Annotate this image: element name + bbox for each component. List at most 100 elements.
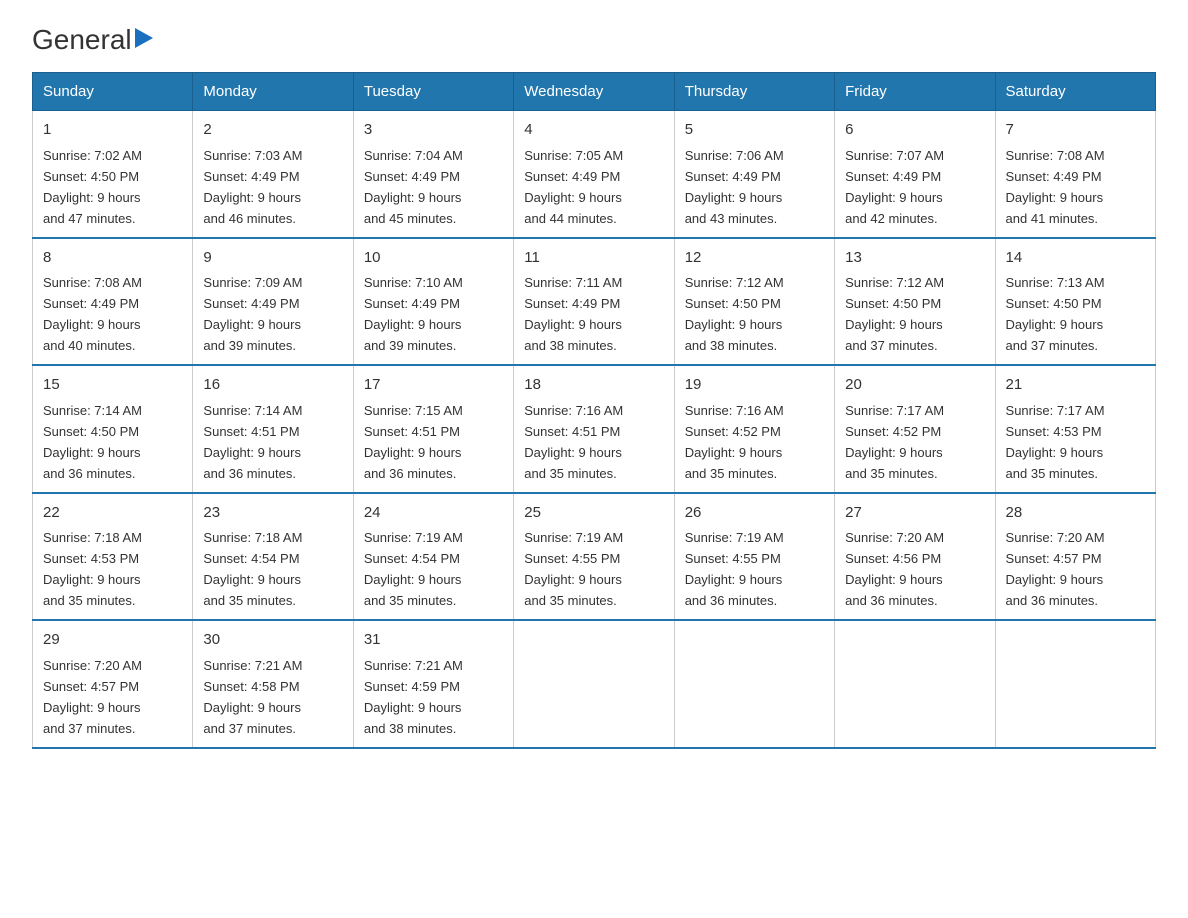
week-row-5: 29 Sunrise: 7:20 AMSunset: 4:57 PMDayligh…: [33, 620, 1156, 748]
day-cell: 8Sunrise: 7:08 AMSunset: 4:49 PMDaylight…: [33, 238, 193, 366]
day-info: Sunrise: 7:02 AMSunset: 4:50 PMDaylight:…: [43, 148, 142, 226]
day-info: Sunrise: 7:08 AMSunset: 4:49 PMDaylight:…: [43, 275, 142, 353]
week-row-2: 8Sunrise: 7:08 AMSunset: 4:49 PMDaylight…: [33, 238, 1156, 366]
header-friday: Friday: [835, 73, 995, 111]
day-info: Sunrise: 7:19 AMSunset: 4:54 PMDaylight:…: [364, 530, 463, 608]
day-info: Sunrise: 7:03 AMSunset: 4:49 PMDaylight:…: [203, 148, 302, 226]
day-info: Sunrise: 7:19 AMSunset: 4:55 PMDaylight:…: [524, 530, 623, 608]
day-cell: 30 Sunrise: 7:21 AMSunset: 4:58 PMDayligh…: [193, 620, 353, 748]
calendar-header: SundayMondayTuesdayWednesdayThursdayFrid…: [33, 73, 1156, 111]
day-cell: 27 Sunrise: 7:20 AMSunset: 4:56 PMDayligh…: [835, 493, 995, 621]
day-number: 18: [524, 374, 663, 397]
day-cell: 1 Sunrise: 7:02 AMSunset: 4:50 PMDaylight…: [33, 111, 193, 238]
day-cell: 13 Sunrise: 7:12 AMSunset: 4:50 PMDayligh…: [835, 238, 995, 366]
day-cell: 4 Sunrise: 7:05 AMSunset: 4:49 PMDaylight…: [514, 111, 674, 238]
day-cell: 16Sunrise: 7:14 AMSunset: 4:51 PMDayligh…: [193, 365, 353, 493]
day-number: 24: [364, 502, 503, 525]
day-number: 11: [524, 247, 663, 270]
day-cell: 28 Sunrise: 7:20 AMSunset: 4:57 PMDayligh…: [995, 493, 1155, 621]
day-number: 22: [43, 502, 182, 525]
day-cell: 5 Sunrise: 7:06 AMSunset: 4:49 PMDaylight…: [674, 111, 834, 238]
day-number: 27: [845, 502, 984, 525]
day-number: 3: [364, 119, 503, 142]
day-cell: 20 Sunrise: 7:17 AMSunset: 4:52 PMDayligh…: [835, 365, 995, 493]
day-info: Sunrise: 7:19 AMSunset: 4:55 PMDaylight:…: [685, 530, 784, 608]
day-info: Sunrise: 7:18 AMSunset: 4:54 PMDaylight:…: [203, 530, 302, 608]
day-info: Sunrise: 7:14 AMSunset: 4:50 PMDaylight:…: [43, 403, 142, 481]
day-number: 14: [1006, 247, 1145, 270]
day-cell: 24 Sunrise: 7:19 AMSunset: 4:54 PMDayligh…: [353, 493, 513, 621]
day-info: Sunrise: 7:12 AMSunset: 4:50 PMDaylight:…: [685, 275, 784, 353]
day-number: 17: [364, 374, 503, 397]
day-info: Sunrise: 7:16 AMSunset: 4:51 PMDaylight:…: [524, 403, 623, 481]
day-info: Sunrise: 7:12 AMSunset: 4:50 PMDaylight:…: [845, 275, 944, 353]
logo-arrow-icon: [135, 28, 153, 53]
week-row-3: 15Sunrise: 7:14 AMSunset: 4:50 PMDayligh…: [33, 365, 1156, 493]
day-number: 21: [1006, 374, 1145, 397]
day-info: Sunrise: 7:20 AMSunset: 4:56 PMDaylight:…: [845, 530, 944, 608]
day-info: Sunrise: 7:11 AMSunset: 4:49 PMDaylight:…: [524, 275, 622, 353]
day-number: 13: [845, 247, 984, 270]
day-number: 30: [203, 629, 342, 652]
day-number: 20: [845, 374, 984, 397]
day-number: 1: [43, 119, 182, 142]
day-cell: 3 Sunrise: 7:04 AMSunset: 4:49 PMDaylight…: [353, 111, 513, 238]
day-number: 4: [524, 119, 663, 142]
day-cell: 26 Sunrise: 7:19 AMSunset: 4:55 PMDayligh…: [674, 493, 834, 621]
day-cell: 7 Sunrise: 7:08 AMSunset: 4:49 PMDaylight…: [995, 111, 1155, 238]
day-number: 12: [685, 247, 824, 270]
day-cell: 6 Sunrise: 7:07 AMSunset: 4:49 PMDaylight…: [835, 111, 995, 238]
day-cell: 31 Sunrise: 7:21 AMSunset: 4:59 PMDayligh…: [353, 620, 513, 748]
day-number: 6: [845, 119, 984, 142]
logo-text: General: [32, 24, 153, 52]
day-cell: 25Sunrise: 7:19 AMSunset: 4:55 PMDayligh…: [514, 493, 674, 621]
day-info: Sunrise: 7:17 AMSunset: 4:52 PMDaylight:…: [845, 403, 944, 481]
day-info: Sunrise: 7:06 AMSunset: 4:49 PMDaylight:…: [685, 148, 784, 226]
calendar-body: 1 Sunrise: 7:02 AMSunset: 4:50 PMDaylight…: [33, 111, 1156, 748]
header-tuesday: Tuesday: [353, 73, 513, 111]
day-info: Sunrise: 7:16 AMSunset: 4:52 PMDaylight:…: [685, 403, 784, 481]
day-cell: [835, 620, 995, 748]
day-number: 7: [1006, 119, 1145, 142]
day-number: 9: [203, 247, 342, 270]
day-info: Sunrise: 7:08 AMSunset: 4:49 PMDaylight:…: [1006, 148, 1105, 226]
logo-general-text: General: [32, 24, 132, 56]
day-cell: [674, 620, 834, 748]
day-cell: 17Sunrise: 7:15 AMSunset: 4:51 PMDayligh…: [353, 365, 513, 493]
day-cell: 15Sunrise: 7:14 AMSunset: 4:50 PMDayligh…: [33, 365, 193, 493]
header-thursday: Thursday: [674, 73, 834, 111]
week-row-4: 22 Sunrise: 7:18 AMSunset: 4:53 PMDayligh…: [33, 493, 1156, 621]
day-cell: 23Sunrise: 7:18 AMSunset: 4:54 PMDayligh…: [193, 493, 353, 621]
day-cell: 19Sunrise: 7:16 AMSunset: 4:52 PMDayligh…: [674, 365, 834, 493]
day-info: Sunrise: 7:21 AMSunset: 4:59 PMDaylight:…: [364, 658, 463, 736]
day-number: 31: [364, 629, 503, 652]
day-cell: 18 Sunrise: 7:16 AMSunset: 4:51 PMDayligh…: [514, 365, 674, 493]
calendar-table: SundayMondayTuesdayWednesdayThursdayFrid…: [32, 72, 1156, 749]
day-info: Sunrise: 7:07 AMSunset: 4:49 PMDaylight:…: [845, 148, 944, 226]
week-row-1: 1 Sunrise: 7:02 AMSunset: 4:50 PMDaylight…: [33, 111, 1156, 238]
day-info: Sunrise: 7:21 AMSunset: 4:58 PMDaylight:…: [203, 658, 302, 736]
day-info: Sunrise: 7:05 AMSunset: 4:49 PMDaylight:…: [524, 148, 623, 226]
day-cell: 22 Sunrise: 7:18 AMSunset: 4:53 PMDayligh…: [33, 493, 193, 621]
day-info: Sunrise: 7:18 AMSunset: 4:53 PMDaylight:…: [43, 530, 142, 608]
day-info: Sunrise: 7:04 AMSunset: 4:49 PMDaylight:…: [364, 148, 463, 226]
header-row: SundayMondayTuesdayWednesdayThursdayFrid…: [33, 73, 1156, 111]
day-info: Sunrise: 7:17 AMSunset: 4:53 PMDaylight:…: [1006, 403, 1105, 481]
day-cell: 14 Sunrise: 7:13 AMSunset: 4:50 PMDayligh…: [995, 238, 1155, 366]
day-number: 5: [685, 119, 824, 142]
day-cell: [514, 620, 674, 748]
header-saturday: Saturday: [995, 73, 1155, 111]
day-info: Sunrise: 7:20 AMSunset: 4:57 PMDaylight:…: [1006, 530, 1105, 608]
day-info: Sunrise: 7:09 AMSunset: 4:49 PMDaylight:…: [203, 275, 302, 353]
day-number: 29: [43, 629, 182, 652]
day-info: Sunrise: 7:13 AMSunset: 4:50 PMDaylight:…: [1006, 275, 1105, 353]
day-cell: [995, 620, 1155, 748]
day-cell: 2 Sunrise: 7:03 AMSunset: 4:49 PMDaylight…: [193, 111, 353, 238]
day-cell: 12 Sunrise: 7:12 AMSunset: 4:50 PMDayligh…: [674, 238, 834, 366]
day-number: 2: [203, 119, 342, 142]
header-wednesday: Wednesday: [514, 73, 674, 111]
day-cell: 9 Sunrise: 7:09 AMSunset: 4:49 PMDaylight…: [193, 238, 353, 366]
day-number: 26: [685, 502, 824, 525]
day-number: 28: [1006, 502, 1145, 525]
day-info: Sunrise: 7:20 AMSunset: 4:57 PMDaylight:…: [43, 658, 142, 736]
